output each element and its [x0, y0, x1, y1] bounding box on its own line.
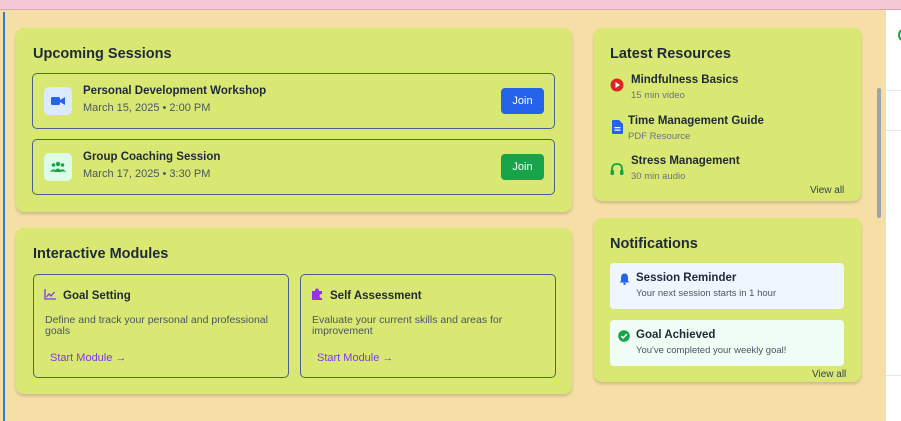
- resource-subtitle: PDF Resource: [628, 131, 691, 142]
- view-all-notifications-link[interactable]: View all: [812, 369, 846, 380]
- module-description: Evaluate your current skills and areas f…: [312, 314, 503, 337]
- resource-subtitle: 30 min audio: [631, 171, 686, 182]
- notifications-title: Notifications: [610, 236, 698, 252]
- divider: [886, 375, 901, 376]
- module-self-assessment[interactable]: Self Assessment Evaluate your current sk…: [300, 274, 556, 378]
- scrollbar-thumb[interactable]: [877, 88, 881, 218]
- chart-line-icon: [44, 287, 56, 305]
- session-date: March 15, 2025 • 2:00 PM: [83, 102, 211, 114]
- check-circle-icon: [618, 330, 630, 342]
- start-module-link[interactable]: Start Module →: [317, 352, 393, 364]
- notification-text: You've completed your weekly goal!: [636, 345, 787, 356]
- video-icon: [44, 87, 72, 115]
- view-all-resources-link[interactable]: View all: [810, 185, 844, 196]
- divider: [886, 130, 901, 131]
- resource-title: Time Management Guide: [628, 115, 764, 127]
- headphones-icon: [610, 162, 624, 176]
- document-icon: [610, 120, 624, 134]
- play-circle-icon: [610, 78, 624, 92]
- notification-item[interactable]: Goal Achieved You've completed your week…: [610, 320, 844, 366]
- interactive-modules-title: Interactive Modules: [33, 246, 169, 262]
- resource-subtitle: 15 min video: [631, 90, 685, 101]
- notifications-card: Notifications Session Reminder Your next…: [594, 218, 861, 382]
- module-description: Define and track your personal and profe…: [45, 314, 268, 337]
- upcoming-sessions-card: Upcoming Sessions Personal Development W…: [16, 28, 572, 212]
- session-item: Personal Development Workshop March 15, …: [32, 73, 555, 129]
- resource-title: Stress Management: [631, 155, 740, 167]
- top-bar: [0, 0, 901, 10]
- puzzle-icon: [311, 287, 323, 305]
- left-border: [3, 12, 5, 421]
- session-date: March 17, 2025 • 3:30 PM: [83, 168, 211, 180]
- bell-icon: [618, 273, 630, 285]
- latest-resources-card: Latest Resources Mindfulness Basics 15 m…: [594, 28, 861, 201]
- latest-resources-title: Latest Resources: [610, 46, 731, 62]
- right-side-panel: [886, 10, 901, 421]
- users-icon: [44, 153, 72, 181]
- notification-text: Your next session starts in 1 hour: [636, 288, 777, 299]
- module-goal-setting[interactable]: Goal Setting Define and track your perso…: [33, 274, 289, 378]
- divider: [886, 90, 901, 91]
- module-title: Goal Setting: [63, 290, 131, 302]
- notification-item[interactable]: Session Reminder Your next session start…: [610, 263, 844, 309]
- resource-title: Mindfulness Basics: [631, 74, 739, 86]
- session-name: Personal Development Workshop: [83, 85, 267, 97]
- session-name: Group Coaching Session: [83, 151, 221, 163]
- notification-title: Session Reminder: [636, 272, 737, 284]
- interactive-modules-card: Interactive Modules Goal Setting Define …: [16, 228, 572, 394]
- notification-title: Goal Achieved: [636, 329, 716, 341]
- join-button[interactable]: Join: [501, 154, 544, 180]
- module-title: Self Assessment: [330, 290, 422, 302]
- session-item: Group Coaching Session March 17, 2025 • …: [32, 139, 555, 195]
- start-module-link[interactable]: Start Module →: [50, 352, 126, 364]
- join-button[interactable]: Join: [501, 88, 544, 114]
- upcoming-sessions-title: Upcoming Sessions: [33, 46, 172, 62]
